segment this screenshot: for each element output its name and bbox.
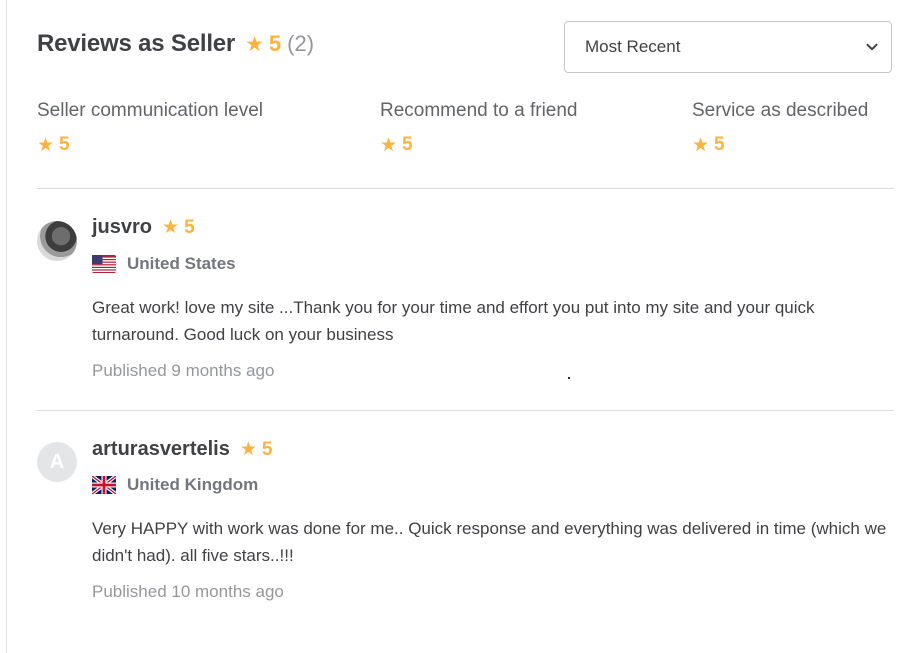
uk-flag-icon [92,476,116,494]
breakdown-rating: ★ 5 [37,134,263,156]
reviewer-username[interactable]: arturasvertelis [92,438,230,461]
star-icon: ★ [239,439,257,460]
avatar[interactable] [37,221,77,261]
country-name: United States [127,254,236,273]
star-icon: ★ [245,32,264,56]
sort-dropdown[interactable]: Most Recent [564,21,892,73]
star-icon: ★ [380,134,398,156]
review-date: Published 9 months ago [92,361,275,380]
avatar[interactable]: A [37,442,77,482]
breakdown-label: Seller communication level [37,100,263,121]
reviews-header: Reviews as Seller ★ 5 (2) [37,30,314,58]
breakdown-label: Recommend to a friend [380,100,578,121]
breakdown-score: 5 [402,134,413,155]
chevron-down-icon [866,43,878,51]
review-count: (2) [287,31,315,56]
review-header: arturasvertelis ★ 5 [92,438,273,461]
breakdown-rating: ★ 5 [692,134,868,156]
reviewer-username[interactable]: jusvro [92,216,152,239]
breakdown-label: Service as described [692,100,869,121]
sort-selected-value: Most Recent [585,37,681,56]
review-text: Great work! love my site ...Thank you fo… [92,298,815,344]
overall-rating: 5 [268,31,282,56]
stray-dot [568,377,570,379]
review-date: Published 10 months ago [92,582,284,601]
left-border [6,0,7,653]
review-rating: 5 [261,438,273,460]
review-text: Very HAPPY with work was done for me.. Q… [92,519,887,565]
reviewer-country: United Kingdom [92,475,258,495]
breakdown-recommend: Recommend to a friend ★ 5 [380,100,578,156]
review-item: A arturasvertelis ★ 5 United Kingdom Ver… [37,410,897,632]
us-flag-icon [92,255,116,273]
breakdown-service: Service as described ★ 5 [692,100,868,156]
star-icon: ★ [162,217,180,238]
breakdown-rating: ★ 5 [380,134,578,156]
breakdown-communication: Seller communication level ★ 5 [37,100,263,156]
review-item: jusvro ★ 5 United States Great work! lov… [37,188,897,410]
country-name: United Kingdom [127,475,259,494]
breakdown-score: 5 [59,134,70,155]
review-rating: 5 [184,216,195,238]
star-icon: ★ [692,134,710,156]
page-title: Reviews as Seller [37,30,236,57]
breakdown-score: 5 [714,134,725,155]
review-header: jusvro ★ 5 [92,216,195,239]
star-icon: ★ [37,134,55,156]
reviewer-country: United States [92,254,236,274]
